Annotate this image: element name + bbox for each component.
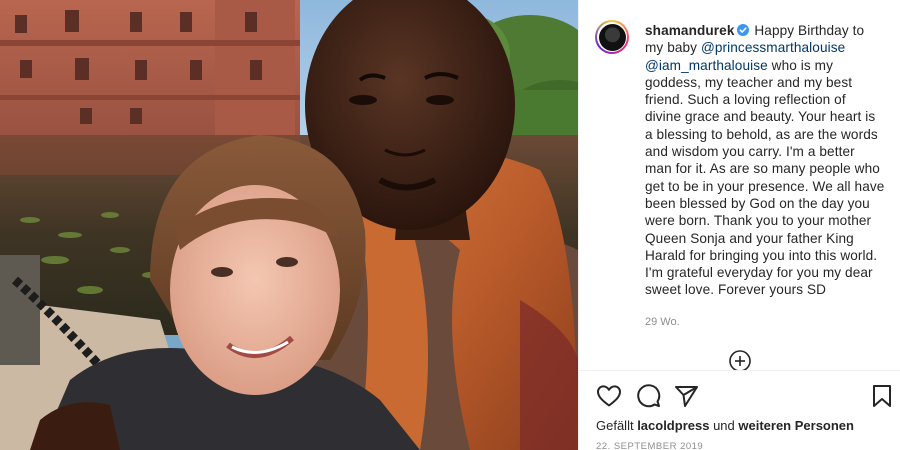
post-date: 22. SEPTEMBER 2019 bbox=[596, 441, 704, 450]
plus-circle-icon[interactable] bbox=[729, 350, 751, 372]
likes-user-link[interactable]: lacoldpress bbox=[637, 418, 709, 433]
likes-prefix: Gefällt bbox=[596, 418, 638, 433]
post-photo[interactable] bbox=[0, 0, 578, 450]
comment-icon[interactable] bbox=[635, 383, 661, 409]
instagram-post-view: shamandurek Happy Birthday to my baby @p… bbox=[0, 0, 900, 450]
verified-badge-icon bbox=[736, 24, 749, 36]
username-link[interactable]: shamandurek bbox=[645, 23, 735, 38]
mention-link[interactable]: @princessmarthalouise bbox=[701, 40, 845, 55]
heart-icon[interactable] bbox=[596, 383, 622, 409]
paper-plane-icon[interactable] bbox=[673, 383, 699, 409]
post-sidebar: shamandurek Happy Birthday to my baby @p… bbox=[578, 0, 900, 450]
likes-summary: Gefällt lacoldpress und weiteren Persone… bbox=[596, 418, 854, 433]
likes-others-link[interactable]: weiteren Personen bbox=[738, 418, 854, 433]
avatar-image bbox=[598, 23, 626, 51]
caption-body: who is my goddess, my teacher and my bes… bbox=[645, 57, 885, 298]
post-time-ago[interactable]: 29 Wo. bbox=[645, 316, 680, 328]
post-actions-bar: Gefällt lacoldpress und weiteren Persone… bbox=[579, 370, 900, 450]
avatar-ring bbox=[597, 22, 627, 52]
likes-middle: und bbox=[709, 418, 739, 433]
avatar[interactable] bbox=[595, 20, 629, 54]
mention-link[interactable]: @iam_marthalouise bbox=[645, 58, 768, 73]
bookmark-icon[interactable] bbox=[869, 383, 895, 409]
caption-text: shamandurek Happy Birthday to my baby @p… bbox=[645, 22, 885, 299]
selfie-photo-illustration bbox=[0, 0, 578, 450]
